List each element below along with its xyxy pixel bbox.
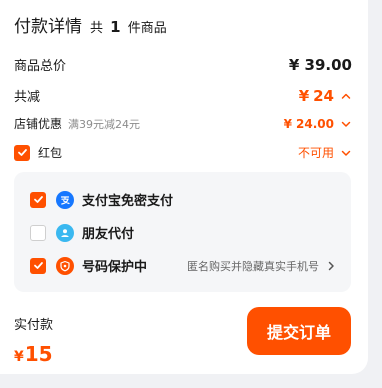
actual-payment-currency: ¥ (14, 349, 24, 365)
total-price-label: 商品总价 (14, 59, 67, 74)
discount-row[interactable]: 共减 ¥ 24 (14, 86, 352, 105)
check-icon (17, 149, 27, 156)
option-alipay-row[interactable]: 支付宝免密支付 (30, 190, 337, 209)
alipay-label: 支付宝免密支付 (82, 194, 174, 209)
friend-pay-checkbox[interactable] (30, 224, 46, 241)
red-packet-label: 红包 (38, 146, 63, 160)
check-icon (33, 262, 43, 269)
total-price-value: ¥ 39.00 (289, 56, 352, 74)
phone-protection-note: 匿名购买并隐藏真实手机号 (187, 259, 319, 273)
option-phone-protection-row[interactable]: 号码保护中 匿名购买并隐藏真实手机号 (30, 256, 337, 275)
item-count-prefix: 共 (90, 21, 104, 36)
phone-protection-checkbox[interactable] (30, 257, 46, 274)
page-title: 付款详情 共 1 件商品 (14, 12, 167, 37)
red-packet-status-group[interactable]: 不可用 (298, 144, 352, 161)
discount-label: 共减 (14, 90, 41, 105)
red-packet-checkbox[interactable] (14, 144, 30, 161)
chevron-down-icon[interactable] (340, 118, 352, 130)
friend-pay-icon (56, 223, 74, 242)
item-count-suffix: 件商品 (127, 21, 167, 36)
actual-payment-value: 15 (24, 342, 53, 366)
red-packet-row[interactable]: 红包 不可用 (14, 144, 352, 161)
shop-discount-currency: ¥ (283, 116, 293, 131)
item-count-number: 1 (110, 18, 121, 36)
item-count: 共 1 件商品 (90, 17, 167, 36)
alipay-icon (56, 190, 74, 209)
total-price-amount: 39.00 (304, 55, 352, 74)
discount-currency: ¥ (298, 86, 310, 105)
chevron-down-icon[interactable] (340, 147, 352, 159)
payment-options-panel: 支付宝免密支付 朋友代付 号码保护中 匿名购买并隐藏真实手机号 (14, 172, 351, 292)
actual-payment-label: 实付款 (14, 318, 54, 333)
shop-discount-note: 满39元减24元 (68, 117, 141, 131)
shop-discount-label: 店铺优惠 (14, 117, 63, 131)
phone-protection-label: 号码保护中 (82, 260, 148, 275)
alipay-checkbox[interactable] (30, 191, 46, 208)
shop-discount-value[interactable]: ¥ 24.00 (284, 117, 352, 131)
option-friend-pay-row[interactable]: 朋友代付 (30, 223, 337, 242)
discount-amount: 24 (313, 86, 334, 105)
chevron-right-icon[interactable] (325, 260, 337, 272)
total-price-currency: ¥ (288, 55, 300, 74)
payment-details-card: 付款详情 共 1 件商品 商品总价 ¥ 39.00 共减 ¥ 24 店铺优惠 满… (0, 0, 368, 374)
page-title-text: 付款详情 (14, 17, 82, 37)
chevron-up-icon[interactable] (340, 90, 352, 102)
actual-payment-amount: ¥ 15 (14, 342, 53, 366)
shop-discount-amount: 24.00 (296, 116, 334, 131)
check-icon (33, 196, 43, 203)
shop-discount-row[interactable]: 店铺优惠 满39元减24元 ¥ 24.00 (14, 115, 352, 132)
submit-order-button[interactable]: 提交订单 (247, 307, 351, 355)
friend-pay-label: 朋友代付 (82, 227, 135, 242)
discount-value[interactable]: ¥ 24 (299, 87, 352, 105)
total-price-row: 商品总价 ¥ 39.00 (14, 55, 352, 75)
red-packet-status: 不可用 (297, 146, 334, 160)
phone-protection-icon (56, 256, 74, 275)
phone-protection-detail[interactable]: 匿名购买并隐藏真实手机号 (187, 258, 337, 274)
